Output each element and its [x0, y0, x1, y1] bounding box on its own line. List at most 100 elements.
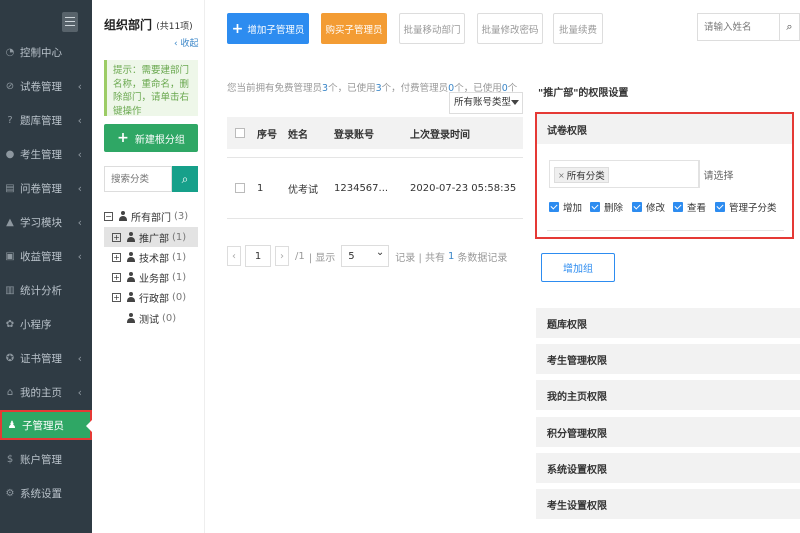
department-search-input[interactable]	[104, 166, 172, 192]
nav-item-exam[interactable]: ⊘ 试卷管理 ‹	[0, 71, 92, 101]
checkbox-checked-icon	[590, 202, 600, 212]
nav-item-miniprogram[interactable]: ✿ 小程序	[0, 309, 92, 339]
nav-label: 题库管理	[20, 114, 62, 127]
header-no: 序号	[257, 129, 277, 141]
expand-tree-icon[interactable]: +	[112, 272, 121, 282]
new-root-group-button[interactable]: + 新建根分组	[104, 124, 198, 152]
expand-tree-icon[interactable]: +	[112, 252, 121, 262]
nav-item-learning[interactable]: ▲ 学习模块 ‹	[0, 207, 92, 237]
add-group-button[interactable]: 增加组	[541, 253, 615, 282]
checkbox-checked-icon	[715, 202, 725, 212]
buy-sub-admin-label: 购买子管理员	[325, 24, 383, 36]
examinee-settings-permission-section[interactable]: 考生设置权限	[536, 489, 800, 519]
prev-page-button[interactable]: ‹	[227, 246, 241, 266]
nav-item-revenue[interactable]: ▣ 收益管理 ‹	[0, 241, 92, 271]
chevron-left-icon: ‹	[77, 79, 82, 93]
account-type-select[interactable]: 所有账号类型	[449, 92, 523, 114]
nav-item-survey[interactable]: ▤ 问卷管理 ‹	[0, 173, 92, 203]
plus-icon: +	[231, 20, 244, 37]
admin-table-header: 序号 姓名 登录账号 上次登录时间	[227, 117, 523, 149]
page-size-value: 5	[348, 250, 355, 262]
tag-label: 所有分类	[566, 171, 605, 182]
nav-item-account[interactable]: $ 账户管理	[0, 444, 92, 474]
info-text: 个，已使用	[328, 83, 376, 94]
person-icon	[127, 232, 135, 242]
tree-node-all[interactable]: − 所有部门 (3)	[104, 206, 198, 226]
perm-view-checkbox[interactable]: 查看	[673, 200, 706, 214]
perm-manage-sub-checkbox[interactable]: 管理子分类	[715, 200, 777, 214]
miniprogram-icon: ✿	[5, 318, 15, 330]
tree-node-test[interactable]: 测试 (0)	[104, 308, 198, 328]
sub-admin-icon: ♟	[7, 419, 17, 431]
nav-label: 控制中心	[20, 46, 62, 59]
add-sub-admin-label: 增加子管理员	[247, 24, 305, 36]
category-tag-field[interactable]: × 所有分类	[549, 160, 699, 188]
tag-remove-icon[interactable]: ×	[558, 171, 565, 180]
batch-move-department-button[interactable]: 批量移动部门	[399, 13, 465, 44]
new-group-label: 新建根分组	[134, 134, 185, 146]
chevron-left-icon: ‹	[77, 113, 82, 127]
points-permission-section[interactable]: 积分管理权限	[536, 417, 800, 447]
exam-permission-header: 试卷权限	[537, 114, 792, 144]
row-select-cell	[235, 158, 245, 218]
row-checkbox[interactable]	[235, 183, 245, 193]
nav-label: 收益管理	[20, 250, 62, 263]
chevron-left-circle-icon: ‹	[174, 39, 178, 49]
page-size-select[interactable]: 5	[341, 245, 390, 267]
tree-label: 推广部	[139, 233, 169, 245]
menu-toggle-icon[interactable]	[62, 12, 78, 32]
search-icon: ⌕	[181, 171, 189, 186]
tree-node-business[interactable]: + 业务部 (1)	[104, 267, 198, 287]
tree-node-tech[interactable]: + 技术部 (1)	[104, 247, 198, 267]
nav-item-homepage[interactable]: ⌂ 我的主页 ‹	[0, 377, 92, 407]
department-search-button[interactable]: ⌕	[172, 166, 198, 192]
nav-item-certificate[interactable]: ✪ 证书管理 ‹	[0, 343, 92, 373]
expand-tree-icon[interactable]: +	[112, 292, 121, 302]
user-icon: ●	[5, 148, 15, 160]
nav-item-examinee[interactable]: ● 考生管理 ‹	[0, 139, 92, 169]
add-sub-admin-button[interactable]: + 增加子管理员	[227, 13, 309, 44]
expand-tree-icon[interactable]: +	[112, 232, 121, 242]
choose-category-button[interactable]: 请选择	[699, 160, 737, 188]
tree-node-admin[interactable]: + 行政部 (0)	[104, 287, 198, 307]
page-number-input[interactable]: 1	[245, 245, 271, 267]
perm-edit-checkbox[interactable]: 修改	[632, 200, 665, 214]
gear-icon: ⚙	[5, 487, 15, 499]
batch-change-password-button[interactable]: 批量修改密码	[477, 13, 543, 44]
category-tag: × 所有分类	[554, 167, 609, 183]
nav-item-statistics[interactable]: ▥ 统计分析	[0, 275, 92, 305]
collapse-button[interactable]: ‹ 收起	[174, 36, 199, 49]
nav-item-question-bank[interactable]: ? 题库管理 ‹	[0, 105, 92, 135]
nav-label: 学习模块	[20, 216, 62, 229]
table-row[interactable]: 1 优考试 1234567... 2020-07-23 05:58:35	[227, 157, 523, 219]
examinee-permission-section[interactable]: 考生管理权限	[536, 344, 800, 374]
next-page-button[interactable]: ›	[275, 246, 289, 266]
total-pages: /1	[295, 250, 305, 262]
nav-item-settings[interactable]: ⚙ 系统设置	[0, 478, 92, 508]
tree-node-promotion[interactable]: + 推广部 (1)	[104, 227, 198, 247]
perm-add-checkbox[interactable]: 增加	[549, 200, 582, 214]
homepage-permission-section[interactable]: 我的主页权限	[536, 380, 800, 410]
tree-count: (1)	[172, 231, 187, 243]
chevron-left-icon: ‹	[77, 181, 82, 195]
name-search-input[interactable]	[697, 13, 780, 41]
nav-item-dashboard[interactable]: ◔ 控制中心	[0, 37, 92, 67]
divider	[547, 230, 784, 231]
collapse-tree-icon[interactable]: −	[104, 211, 113, 221]
person-icon	[127, 313, 135, 323]
batch-renew-button[interactable]: 批量续费	[553, 13, 603, 44]
select-all-checkbox[interactable]	[235, 128, 245, 138]
checkbox-label: 删除	[604, 203, 624, 214]
question-bank-permission-section[interactable]: 题库权限	[536, 308, 800, 338]
nav-label: 小程序	[20, 318, 52, 331]
perm-delete-checkbox[interactable]: 删除	[590, 200, 623, 214]
nav-item-sub-admin[interactable]: ♟ 子管理员	[0, 410, 92, 440]
buy-sub-admin-button[interactable]: 购买子管理员	[321, 13, 387, 44]
checkbox-checked-icon	[549, 202, 559, 212]
row-account: 1234567...	[334, 182, 389, 194]
certificate-icon: ✪	[5, 352, 15, 364]
graduation-cap-icon: ▲	[6, 216, 14, 228]
tree-label: 所有部门	[131, 212, 171, 224]
system-settings-permission-section[interactable]: 系统设置权限	[536, 453, 800, 483]
name-search-button[interactable]: ⌕	[780, 13, 800, 41]
